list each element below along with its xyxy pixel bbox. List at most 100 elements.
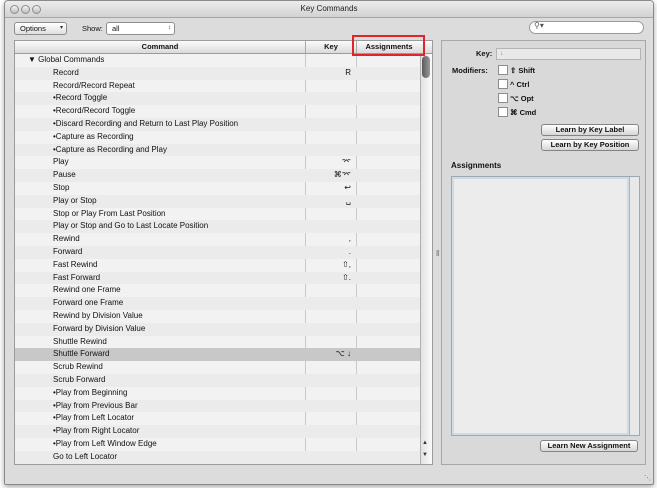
command-name: Go to Left Locator [53, 451, 118, 461]
command-name: •Capture as Recording [53, 131, 134, 141]
split-view-divider[interactable]: ‖ [436, 249, 439, 258]
command-name: •Record/Record Toggle [53, 106, 136, 116]
options-popup[interactable]: Options ▾ [14, 22, 67, 35]
command-row[interactable]: Scrub Forward [15, 373, 420, 387]
command-name: Forward one Frame [53, 298, 124, 308]
key-field[interactable]: ↓ [496, 48, 641, 60]
command-name: •Play from Beginning [53, 387, 128, 397]
learn-new-assignment-button[interactable]: Learn New Assignment [540, 440, 638, 452]
ctrl-checkbox[interactable] [498, 79, 508, 89]
modifiers-label: Modifiers: [452, 66, 488, 75]
key-value: ⇧, [342, 259, 351, 269]
shift-modifier-label: ⇧ Shift [510, 66, 536, 75]
command-row[interactable]: Rewind, [15, 233, 420, 246]
command-row[interactable]: •Record/Record Toggle [15, 105, 420, 118]
show-filter-value: all [112, 24, 120, 33]
command-row[interactable]: •Play from Left Window Edge [15, 438, 420, 451]
column-header-command[interactable]: Command [15, 41, 305, 53]
assignments-scrollbar[interactable] [629, 177, 639, 435]
key-value: ↩ [344, 182, 351, 192]
key-label: Key: [476, 49, 493, 58]
assignments-column-highlight [352, 35, 425, 56]
opt-checkbox[interactable] [498, 93, 508, 103]
command-row[interactable]: •Record Toggle [15, 92, 420, 106]
command-name: Stop or Play From Last Position [53, 208, 166, 218]
assignment-panel: Key: ↓ Modifiers: ⇧ Shift ^ Ctrl ⌥ Opt ⌘… [441, 40, 646, 465]
command-name: Shuttle Forward [53, 349, 110, 359]
command-row[interactable]: •Capture as Recording and Play [15, 143, 420, 157]
search-field[interactable]: ⚲▾ [529, 21, 644, 34]
key-commands-table: Command Key Assignments ▼ Global Command… [14, 40, 433, 465]
command-row[interactable]: Forward one Frame [15, 297, 420, 310]
title-bar: Key Commands [5, 1, 653, 18]
command-row[interactable]: Forward by Division Value [15, 322, 420, 336]
learn-by-key-position-button[interactable]: Learn by Key Position [541, 139, 639, 151]
command-name: Play [53, 157, 69, 167]
command-row[interactable]: Shuttle Rewind [15, 336, 420, 349]
command-name: •Discard Recording and Return to Last Pl… [53, 118, 239, 128]
key-value: , [348, 234, 351, 244]
ctrl-modifier-label: ^ Ctrl [510, 80, 530, 89]
command-row[interactable]: Go to Left Locator [15, 450, 420, 464]
command-name: Play or Stop and Go to Last Locate Posit… [53, 221, 209, 231]
command-name: Forward by Division Value [53, 323, 146, 333]
command-list: ▼ Global Commands Record R Record/Record Re… [15, 54, 420, 464]
options-label: Options [20, 24, 46, 33]
command-name: Fast Forward [53, 272, 101, 282]
command-name: ▼ Global Commands [28, 55, 105, 64]
command-name: Rewind [53, 234, 80, 244]
command-name: Forward [53, 246, 83, 256]
table-scrollbar[interactable]: ▲ ▼ [420, 54, 432, 464]
command-name: •Play from Previous Bar [53, 400, 138, 410]
command-name: Scrub Forward [53, 374, 106, 384]
scroll-up-arrow-icon[interactable]: ▲ [422, 440, 428, 446]
column-header-key[interactable]: Key [305, 41, 356, 53]
assignments-list[interactable] [451, 176, 640, 436]
command-row[interactable]: •Play from Previous Bar [15, 399, 420, 413]
key-value: ⇧. [342, 272, 351, 282]
cmd-modifier-label: ⌘ Cmd [510, 108, 537, 117]
command-row[interactable]: Shuttle Forward ⌥ ↓ [15, 348, 420, 362]
command-row[interactable]: Scrub Rewind [15, 361, 420, 374]
command-row[interactable]: Stop or Play From Last Position [15, 208, 420, 221]
assignments-heading: Assignments [451, 161, 502, 170]
command-row[interactable]: Stop ↩ [15, 182, 420, 195]
command-name: •Capture as Recording and Play [53, 144, 167, 154]
key-value: R [345, 67, 351, 77]
command-row[interactable]: Forward. [15, 245, 420, 259]
cmd-checkbox[interactable] [498, 107, 508, 117]
command-name: Rewind one Frame [53, 285, 121, 295]
command-row[interactable]: Rewind by Division Value [15, 310, 420, 323]
command-row[interactable]: Record R [15, 66, 420, 80]
command-row[interactable]: Fast Forward ⇧. [15, 271, 420, 285]
shift-checkbox[interactable] [498, 65, 508, 75]
show-filter-popup[interactable]: all ↕ [106, 22, 175, 35]
learn-by-key-label-button[interactable]: Learn by Key Label [541, 124, 639, 136]
command-row[interactable]: Play or Stop ␣ [15, 194, 420, 208]
key-value: ⌤ [341, 157, 351, 167]
command-row[interactable]: Rewind one Frame [15, 284, 420, 297]
command-row[interactable]: Fast Rewind ⇧, [15, 259, 420, 272]
command-row[interactable]: •Play from Beginning [15, 387, 420, 400]
resize-grip-icon[interactable]: ⋱ [644, 474, 651, 482]
command-name: Record [53, 67, 79, 77]
command-row[interactable]: Play or Stop and Go to Last Locate Posit… [15, 220, 420, 234]
command-name: Play or Stop [53, 195, 97, 205]
scroll-down-arrow-icon[interactable]: ▼ [422, 452, 428, 458]
command-row[interactable]: •Capture as Recording [15, 131, 420, 144]
command-name: Shuttle Rewind [53, 336, 107, 346]
command-name: Rewind by Division Value [53, 310, 143, 320]
search-icon: ⚲▾ [534, 21, 544, 30]
command-name: Pause [53, 170, 76, 180]
command-row[interactable]: •Play from Left Locator [15, 412, 420, 425]
command-row[interactable]: Pause ⌘⌤ [15, 169, 420, 182]
command-name: Fast Rewind [53, 259, 98, 269]
scroll-thumb[interactable] [422, 56, 430, 78]
show-label: Show: [82, 24, 103, 33]
command-name: •Record Toggle [53, 93, 108, 103]
command-row[interactable]: •Discard Recording and Return to Last Pl… [15, 117, 420, 131]
command-row[interactable]: Play ⌤ [15, 156, 420, 169]
command-row[interactable]: •Play from Right Locator [15, 425, 420, 438]
command-name: Record/Record Repeat [53, 80, 135, 90]
command-row[interactable]: Record/Record Repeat [15, 80, 420, 93]
